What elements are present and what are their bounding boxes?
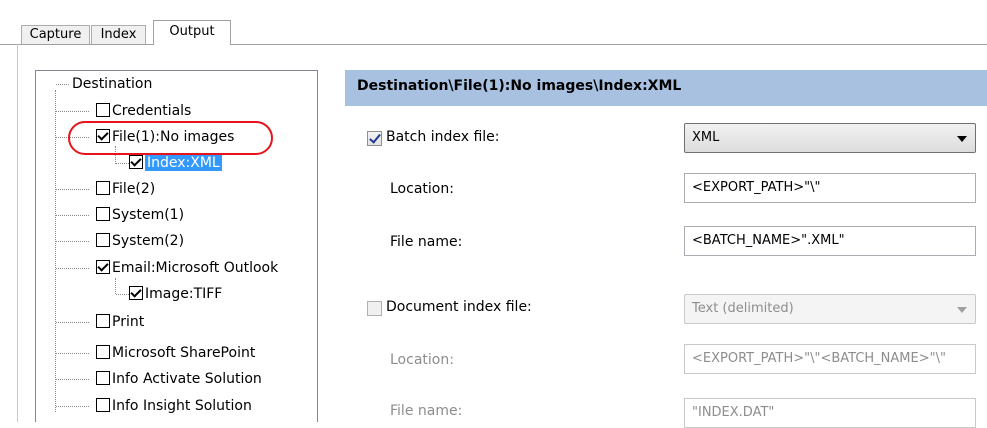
checkbox[interactable] <box>96 314 110 328</box>
tree-line <box>56 322 89 323</box>
tree-item-credentials[interactable]: Credentials <box>96 101 191 121</box>
tree-line <box>56 353 89 354</box>
tree-item-image-tiff[interactable]: Image:TIFF <box>129 284 222 304</box>
tree-line <box>56 406 89 407</box>
tree-item-label: Microsoft SharePoint <box>112 345 256 361</box>
checkbox[interactable] <box>96 260 110 274</box>
tree-item-label: Info Insight Solution <box>112 398 252 414</box>
tree-item-label: Print <box>112 314 145 330</box>
document-filename-input[interactable]: "INDEX.DAT" <box>684 398 976 428</box>
checkbox[interactable] <box>96 398 110 412</box>
tab-divider <box>0 44 987 45</box>
annotation-oval <box>68 121 273 155</box>
tree-root-destination[interactable]: Destination <box>72 74 152 94</box>
tree-item-label: Index:XML <box>145 155 222 171</box>
tree-line <box>56 379 89 380</box>
tab-output[interactable]: Output <box>153 20 231 45</box>
tree-item-label: System(1) <box>112 207 185 223</box>
tree-item-label: Image:TIFF <box>145 286 223 302</box>
batch-index-label: Batch index file: <box>386 129 500 145</box>
tree-item-label: System(2) <box>112 233 185 249</box>
chevron-down-icon <box>957 307 967 313</box>
tree-item-info-insight[interactable]: Info Insight Solution <box>96 396 252 416</box>
tree-line <box>55 90 56 412</box>
document-location-input[interactable]: <EXPORT_PATH>"\"<BATCH_NAME>"\" <box>684 344 976 374</box>
tree-line <box>56 111 89 112</box>
tree-line <box>115 278 116 294</box>
tree-item-label: Email:Microsoft Outlook <box>112 260 279 276</box>
tree-line <box>56 268 89 269</box>
tree-item-system2[interactable]: System(2) <box>96 231 184 251</box>
settings-panel <box>345 106 987 422</box>
tree-item-index-xml[interactable]: Index:XML <box>129 153 222 173</box>
checkbox[interactable] <box>129 155 143 169</box>
tree-root-label: Destination <box>72 76 153 92</box>
checkbox[interactable] <box>96 345 110 359</box>
tab-strip: Capture Index Output <box>0 0 987 45</box>
tree-item-file2[interactable]: File(2) <box>96 179 155 199</box>
panel-header: Destination\File(1):No images\Index:XML <box>345 70 987 106</box>
document-index-checkbox[interactable] <box>367 301 382 316</box>
batch-location-input[interactable]: <EXPORT_PATH>"\" <box>684 173 976 203</box>
dropdown-value: XML <box>692 130 720 145</box>
batch-filename-label: File name: <box>390 234 463 250</box>
tree-line <box>56 189 89 190</box>
document-filename-label: File name: <box>390 403 463 419</box>
checkbox[interactable] <box>96 103 110 117</box>
checkbox[interactable] <box>96 233 110 247</box>
tree-item-system1[interactable]: System(1) <box>96 205 184 225</box>
checkbox[interactable] <box>96 207 110 221</box>
tree-line <box>56 84 69 85</box>
tree-item-label: Credentials <box>112 103 192 119</box>
document-index-format-dropdown[interactable]: Text (delimited) <box>684 294 976 324</box>
batch-index-checkbox[interactable] <box>367 131 382 146</box>
tree-item-label: File(2) <box>112 181 156 197</box>
panel-edge <box>17 44 18 422</box>
dropdown-value: Text (delimited) <box>692 301 794 316</box>
batch-index-format-dropdown[interactable]: XML <box>684 123 976 153</box>
batch-location-label: Location: <box>390 181 454 197</box>
panel-header-title: Destination\File(1):No images\Index:XML <box>357 78 682 94</box>
checkbox[interactable] <box>96 181 110 195</box>
chevron-down-icon <box>957 136 967 142</box>
document-location-label: Location: <box>390 352 454 368</box>
document-index-label: Document index file: <box>386 299 532 315</box>
tree-line <box>56 241 89 242</box>
tree-item-email-outlook[interactable]: Email:Microsoft Outlook <box>96 258 278 278</box>
tab-capture[interactable]: Capture <box>21 25 90 44</box>
tree-item-label: Info Activate Solution <box>112 371 262 387</box>
checkbox[interactable] <box>96 371 110 385</box>
tab-index[interactable]: Index <box>91 25 146 44</box>
tree-line <box>56 215 89 216</box>
checkbox[interactable] <box>129 286 143 300</box>
batch-filename-input[interactable]: <BATCH_NAME>".XML" <box>684 226 976 256</box>
tree-item-info-activate[interactable]: Info Activate Solution <box>96 369 262 389</box>
tree-item-sharepoint[interactable]: Microsoft SharePoint <box>96 343 255 363</box>
tree-item-print[interactable]: Print <box>96 312 144 332</box>
